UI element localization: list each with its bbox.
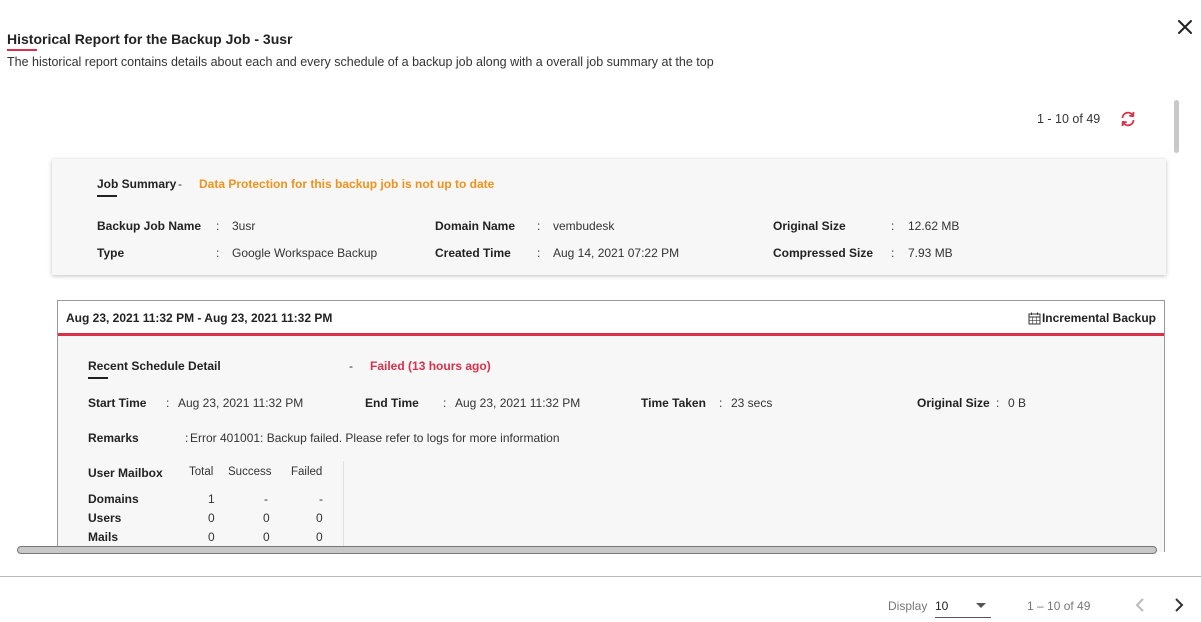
refresh-button[interactable]: [1119, 110, 1137, 128]
page-subtitle: The historical report contains details a…: [7, 55, 714, 69]
created-time-colon: :: [537, 246, 541, 260]
previous-page-button[interactable]: [1132, 595, 1148, 615]
mailbox-header-total: Total: [189, 466, 214, 478]
start-time-label: Start Time: [88, 396, 147, 410]
next-page-button[interactable]: [1171, 595, 1187, 615]
page-size-select[interactable]: 10: [935, 596, 991, 618]
calendar-icon: [1028, 312, 1041, 324]
schedule-status: Failed (13 hours ago): [370, 359, 491, 373]
created-time-label: Created Time: [435, 246, 511, 260]
compressed-size-value: 7.93 MB: [908, 246, 953, 260]
compressed-size-label: Compressed Size: [773, 246, 874, 260]
domain-name-value: vembudesk: [553, 219, 615, 233]
created-time-value: Aug 14, 2021 07:22 PM: [553, 246, 680, 260]
original-size-value: 12.62 MB: [908, 219, 960, 233]
title-underline: [7, 49, 37, 51]
time-taken-colon: :: [719, 396, 723, 410]
domain-name-colon: :: [537, 219, 541, 233]
mailbox-row-failed: 0: [316, 511, 323, 525]
backup-job-name-value: 3usr: [232, 219, 256, 233]
schedule-backup-type: Incremental Backup: [1028, 311, 1156, 325]
end-time-label: End Time: [365, 396, 419, 410]
job-summary-underline: [97, 195, 117, 197]
recent-schedule-label: Recent Schedule Detail: [88, 359, 221, 373]
vertical-scrollbar-thumb[interactable]: [1174, 100, 1179, 153]
mailbox-row-failed: 0: [316, 530, 323, 544]
backup-type-label: Incremental Backup: [1041, 311, 1156, 325]
original-size-label: Original Size: [773, 219, 846, 233]
remarks-value: Error 401001: Backup failed. Please refe…: [190, 431, 560, 445]
mailbox-row-total: 1: [208, 492, 215, 506]
mailbox-row-success: 0: [263, 511, 270, 525]
compressed-size-colon: :: [891, 246, 895, 260]
type-label: Type: [97, 246, 125, 260]
mailbox-row-failed: -: [319, 492, 323, 506]
vertical-scrollbar-track[interactable]: [1172, 98, 1180, 550]
recent-schedule-underline: [88, 377, 108, 379]
page-size-value: 10: [935, 599, 949, 613]
horizontal-scrollbar[interactable]: [17, 546, 1157, 554]
mailbox-header-failed: Failed: [291, 466, 323, 478]
end-time-colon: :: [443, 396, 447, 410]
mailbox-row-total: 0: [208, 511, 215, 525]
footer-divider: [0, 576, 1201, 577]
end-time-value: Aug 23, 2021 11:32 PM: [455, 396, 581, 410]
caret-down-icon: [976, 603, 986, 608]
start-time-value: Aug 23, 2021 11:32 PM: [178, 396, 304, 410]
mailbox-row-success: -: [264, 492, 268, 506]
pager-range-bottom: 1 – 10 of 49: [1027, 599, 1091, 613]
mailbox-header-success: Success: [228, 466, 272, 478]
mailbox-row-name: Users: [88, 511, 122, 525]
close-icon: [1178, 20, 1192, 34]
original-size-colon: :: [891, 219, 895, 233]
time-taken-value: 23 secs: [731, 396, 773, 410]
job-summary-warning: Data Protection for this backup job is n…: [199, 177, 495, 191]
schedule-original-size-label: Original Size: [917, 396, 990, 410]
user-mailbox-title: User Mailbox: [88, 466, 163, 480]
schedule-status-ago: (13 hours ago): [408, 359, 491, 373]
backup-job-name-label: Backup Job Name: [97, 219, 202, 233]
mailbox-row-total: 0: [208, 530, 215, 544]
schedule-card: Aug 23, 2021 11:32 PM - Aug 23, 2021 11:…: [57, 300, 1165, 552]
start-time-colon: :: [166, 396, 170, 410]
backup-job-name-colon: :: [216, 219, 220, 233]
schedule-original-size-value: 0 B: [1008, 396, 1027, 410]
schedule-status-text: Failed: [370, 359, 405, 373]
mailbox-row-name: Domains: [88, 492, 139, 506]
schedule-header[interactable]: Aug 23, 2021 11:32 PM - Aug 23, 2021 11:…: [58, 301, 1164, 336]
display-label: Display: [888, 599, 928, 613]
refresh-icon: [1121, 111, 1135, 127]
recent-schedule-separator: -: [349, 359, 353, 373]
page-title: Historical Report for the Backup Job - 3…: [7, 31, 293, 47]
remarks-colon: :: [185, 431, 189, 445]
chevron-left-icon: [1135, 598, 1144, 612]
job-summary-separator: -: [178, 177, 182, 191]
close-button[interactable]: [1174, 16, 1196, 38]
job-summary-card: Job Summary - Data Protection for this b…: [52, 159, 1166, 275]
job-summary-label: Job Summary: [97, 177, 177, 191]
mailbox-row-name: Mails: [88, 530, 119, 544]
mailbox-table-divider: [343, 461, 344, 552]
chevron-right-icon: [1175, 598, 1184, 612]
pager-range-top: 1 - 10 of 49: [1037, 112, 1101, 126]
remarks-label: Remarks: [88, 431, 139, 445]
schedule-range: Aug 23, 2021 11:32 PM - Aug 23, 2021 11:…: [66, 311, 333, 325]
schedule-original-size-colon: :: [996, 396, 1000, 410]
type-colon: :: [216, 246, 220, 260]
domain-name-label: Domain Name: [435, 219, 516, 233]
type-value: Google Workspace Backup: [232, 246, 378, 260]
time-taken-label: Time Taken: [641, 396, 706, 410]
mailbox-row-success: 0: [263, 530, 270, 544]
